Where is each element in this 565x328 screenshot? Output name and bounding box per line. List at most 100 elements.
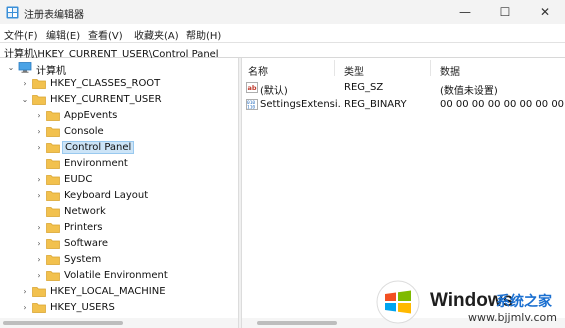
tree-item[interactable]: ⌄ HKEY_CURRENT_USER [0,92,238,108]
tree-item[interactable]: › Keyboard Layout [0,188,238,204]
column-separator[interactable] [430,60,431,76]
tree-item-label[interactable]: Environment [62,158,130,169]
column-header-name[interactable]: 名称 [248,63,268,78]
tree-item-label[interactable]: Printers [62,222,104,233]
menu-file[interactable]: 文件(F) [4,27,38,42]
value-row[interactable]: ab (默认) REG_SZ (数值未设置) [242,80,565,97]
chevron-right-icon[interactable]: › [34,254,44,266]
tree-root-computer[interactable]: ⌄ 计算机 [0,60,238,77]
folder-icon [46,127,60,137]
folder-shape [46,255,60,265]
folder-icon [46,143,60,153]
folder-icon [46,223,60,233]
folder-icon [46,255,60,265]
tree-item[interactable]: Network [0,204,238,220]
tree-item-label[interactable]: EUDC [62,174,94,185]
close-button[interactable]: ✕ [525,0,565,24]
maximize-icon: ☐ [499,5,511,19]
folder-shape [46,159,60,169]
minimize-button[interactable]: — [445,0,485,24]
tree-item[interactable]: › Volatile Environment [0,268,238,284]
tree-item-label[interactable]: HKEY_LOCAL_MACHINE [48,286,168,297]
watermark-url: www.bjjmlv.com [468,311,557,324]
tree-item-label[interactable]: HKEY_CURRENT_USER [48,94,164,105]
tree-item[interactable]: › HKEY_CLASSES_ROOT [0,76,238,92]
scrollbar-thumb[interactable] [257,321,337,325]
folder-icon [46,159,60,169]
chevron-right-icon[interactable]: › [34,110,44,122]
key-tree-pane: ⌄ 计算机 › HKEY_CLASSES_ROOT ⌄ HKEY_CURRENT_US… [0,58,238,328]
close-icon: ✕ [539,5,551,19]
folder-icon [46,271,60,281]
folder-shape [46,143,60,153]
chevron-right-icon[interactable]: › [34,126,44,138]
svg-text:110: 110 [247,105,255,111]
tree-item-label[interactable]: HKEY_USERS [48,302,117,313]
menu-help[interactable]: 帮助(H) [186,27,221,42]
folder-icon [32,95,46,105]
value-name: (默认) [260,86,288,97]
tree-item[interactable]: › AppEvents [0,108,238,124]
folder-icon [46,207,60,217]
chevron-right-icon[interactable]: › [34,190,44,202]
scrollbar-thumb[interactable] [3,321,123,325]
menu-view[interactable]: 查看(V) [88,27,123,42]
svg-text:ab: ab [248,84,257,92]
tree-root-label[interactable]: 计算机 [34,62,68,77]
tree-item[interactable]: › Software [0,236,238,252]
column-header-type[interactable]: 类型 [344,63,364,78]
tree-item-label[interactable]: Control Panel [62,141,135,154]
folder-icon [32,79,46,89]
folder-shape [46,111,60,121]
binary-value-icon: 010 110 [246,99,258,110]
value-data: (数值未设置) [440,86,498,97]
chevron-right-icon[interactable]: › [34,270,44,282]
folder-shape [46,271,60,281]
tree-item-label[interactable]: AppEvents [62,110,119,121]
chevron-down-icon[interactable]: ⌄ [20,94,30,106]
tree-item[interactable]: › Console [0,124,238,140]
tree-horizontal-scrollbar[interactable] [0,318,238,328]
tree-item-label[interactable]: Network [62,206,108,217]
folder-shape [32,303,46,313]
chevron-right-icon[interactable]: › [34,142,44,154]
tree-item-label[interactable]: HKEY_CLASSES_ROOT [48,78,162,89]
folder-icon [46,239,60,249]
string-value-icon: ab [246,82,258,93]
tree-item-label[interactable]: Volatile Environment [62,270,170,281]
value-type: REG_SZ [344,82,384,93]
menu-favorites[interactable]: 收藏夹(A) [134,27,179,42]
folder-icon [46,191,60,201]
folder-shape [46,175,60,185]
tree-item-label[interactable]: System [62,254,103,265]
tree-item[interactable]: › Control Panel [0,140,238,156]
tree-item-label[interactable]: Keyboard Layout [62,190,150,201]
tree-item[interactable]: › HKEY_USERS [0,300,238,316]
tree-item[interactable]: › HKEY_LOCAL_MACHINE [0,284,238,300]
column-header-data[interactable]: 数据 [440,63,460,78]
window-title: 注册表编辑器 [24,10,84,21]
tree-item[interactable]: › EUDC [0,172,238,188]
chevron-right-icon[interactable]: › [20,286,30,298]
tree-item-label[interactable]: Console [62,126,106,137]
chevron-right-icon[interactable]: › [34,222,44,234]
tree-item-label[interactable]: Software [62,238,110,249]
value-name: SettingsExtensi... [260,99,342,110]
maximize-button[interactable]: ☐ [485,0,525,24]
minimize-icon: — [459,5,471,19]
folder-shape [46,127,60,137]
chevron-down-icon[interactable]: ⌄ [6,62,16,74]
chevron-right-icon[interactable]: › [20,302,30,314]
tree-item[interactable]: › System [0,252,238,268]
windows-logo-icon [376,280,420,324]
tree-item[interactable]: › Printers [0,220,238,236]
chevron-right-icon[interactable]: › [20,78,30,90]
address-bar[interactable]: 计算机\HKEY_CURRENT_USER\Control Panel [0,42,565,60]
value-row[interactable]: 010 110 SettingsExtensi... REG_BINARY 00… [242,97,565,113]
chevron-right-icon[interactable]: › [34,238,44,250]
chevron-right-icon[interactable]: › [34,174,44,186]
tree-item[interactable]: Environment [0,156,238,172]
computer-icon [18,62,32,73]
menu-edit[interactable]: 编辑(E) [46,27,80,42]
column-separator[interactable] [334,60,335,76]
